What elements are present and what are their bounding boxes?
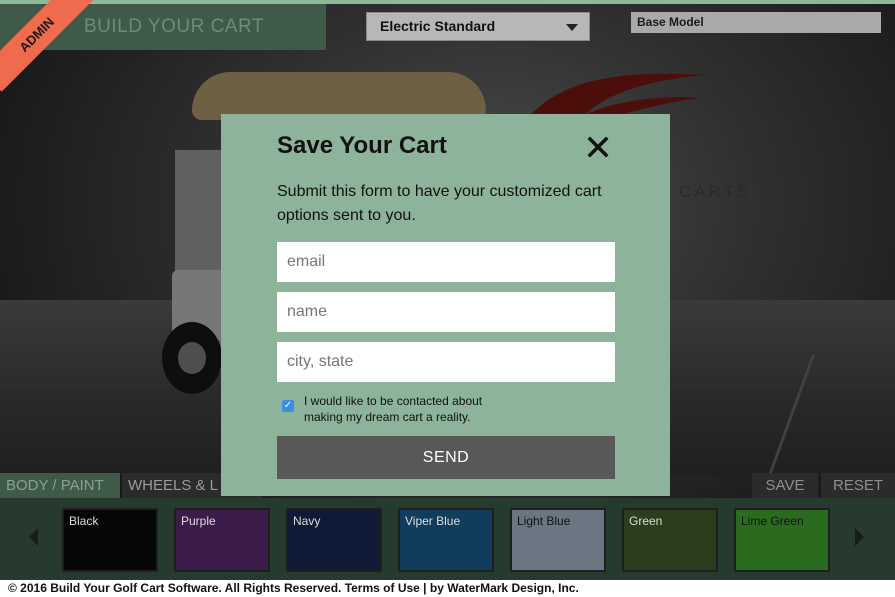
- arrow-left-icon[interactable]: [29, 528, 38, 546]
- swatch-viper-blue[interactable]: Viper Blue: [398, 508, 494, 572]
- swatch-label: Purple: [181, 514, 216, 528]
- swatch-label: Viper Blue: [405, 514, 461, 528]
- swatch-lime-green[interactable]: Lime Green: [734, 508, 830, 572]
- send-button[interactable]: SEND: [277, 436, 615, 479]
- swatch-black[interactable]: Black: [62, 508, 158, 572]
- email-field[interactable]: [277, 242, 615, 282]
- city-state-field[interactable]: [277, 342, 615, 382]
- base-model-field[interactable]: Base Model: [631, 12, 881, 33]
- swatch-label: Green: [629, 514, 663, 528]
- model-select[interactable]: Electric Standard: [366, 12, 590, 41]
- close-icon[interactable]: [587, 136, 609, 158]
- contact-checkbox-label: I would like to be contacted about makin…: [304, 394, 483, 424]
- swatch-light-blue[interactable]: Light Blue: [510, 508, 606, 572]
- arrow-right-icon[interactable]: [855, 528, 864, 546]
- modal-title: Save Your Cart: [277, 132, 447, 159]
- modal-description: Submit this form to have your customized…: [277, 183, 602, 224]
- name-field[interactable]: [277, 292, 615, 332]
- swatch-green[interactable]: Green: [622, 508, 718, 572]
- save-button[interactable]: SAVE: [752, 473, 818, 498]
- model-select-value: Electric Standard: [380, 18, 496, 34]
- tab-body-paint[interactable]: BODY / PAINT: [0, 473, 120, 498]
- swatch-purple[interactable]: Purple: [174, 508, 270, 572]
- configurator-stage: CARTS BUILD YOUR CART ADMIN Electric Sta…: [0, 0, 895, 580]
- swatch-label: Black: [69, 514, 99, 528]
- chevron-down-icon: [566, 24, 578, 31]
- swatch-navy[interactable]: Navy: [286, 508, 382, 572]
- swatch-label: Light Blue: [517, 514, 571, 528]
- footer-copyright: © 2016 Build Your Golf Cart Software. Al…: [8, 581, 579, 595]
- save-cart-modal: Save Your Cart Submit this form to have …: [221, 114, 670, 496]
- swatch-label: Lime Green: [741, 514, 804, 528]
- reset-button[interactable]: RESET: [821, 473, 895, 498]
- color-swatch-strip: Black Purple Navy Viper Blue Light Blue …: [0, 498, 895, 580]
- swatch-label: Navy: [293, 514, 321, 528]
- contact-checkbox[interactable]: ✓: [282, 400, 294, 412]
